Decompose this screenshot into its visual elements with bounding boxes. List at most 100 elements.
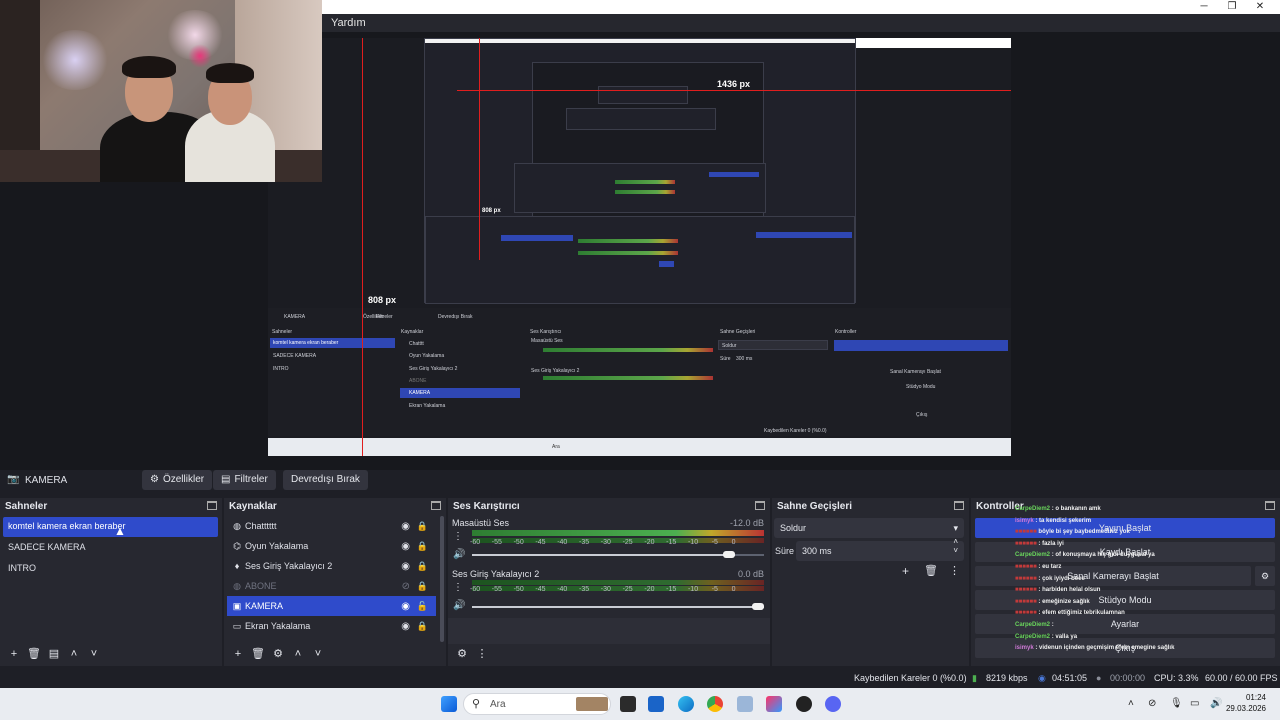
more-icon[interactable]: ⋮ <box>472 647 492 660</box>
volume-icon[interactable]: 🔊 <box>1210 698 1222 709</box>
more-icon[interactable]: ⋮ <box>453 531 463 542</box>
eye-icon[interactable]: ◉ <box>401 616 410 637</box>
lock-icon[interactable]: 🔓 <box>417 596 428 617</box>
sources-footer: + 🗑 ⚙ ˄ ˅ <box>228 647 328 663</box>
webcam-feed[interactable] <box>0 0 322 182</box>
eye-icon[interactable]: ◉ <box>401 596 410 617</box>
record-icon: ● <box>1096 673 1102 683</box>
channel-name: Ses Giriş Yakalayıcı 2 <box>452 569 540 579</box>
duration-input[interactable]: 300 ms ˄ ˅ <box>796 537 964 561</box>
eye-icon[interactable]: ◉ <box>401 516 410 537</box>
maximize-icon[interactable]: ❐ <box>1218 0 1246 14</box>
close-icon[interactable]: ✕ <box>1246 0 1274 14</box>
more-icon[interactable]: ⋮ <box>949 564 960 577</box>
chevron-up-icon[interactable]: ˄ <box>1128 698 1134 709</box>
undock-icon[interactable] <box>431 501 441 510</box>
volume-slider-handle[interactable] <box>752 603 764 610</box>
lock-icon[interactable]: 🔒 <box>417 576 428 597</box>
lock-icon[interactable]: 🔒 <box>417 556 428 577</box>
scene-item[interactable]: SADECE KAMERA <box>3 538 218 558</box>
chat-message: isimyk : ta kendisi şekerim <box>1015 517 1092 524</box>
network-off-icon[interactable]: ⊘ <box>1148 698 1156 709</box>
nested-taskbar: Ara <box>268 438 1011 456</box>
spinner-icon[interactable]: ˄ ˅ <box>953 537 958 555</box>
record-time: 00:00:00 <box>1110 673 1146 683</box>
copilot-icon[interactable] <box>766 696 782 712</box>
microphone-icon[interactable]: 🎙 <box>1170 698 1183 709</box>
stream-time: 04:51:05 <box>1052 673 1088 683</box>
filter-icon: ▤ <box>221 474 231 485</box>
transitions-title: Sahne Geçişleri <box>777 501 853 512</box>
outlook-icon[interactable] <box>648 696 664 712</box>
lock-icon[interactable]: 🔒 <box>417 516 428 537</box>
display-icon[interactable]: ▭ <box>1190 698 1199 709</box>
deactivate-button[interactable]: Devredışı Bırak <box>283 470 368 490</box>
add-icon[interactable]: + <box>902 564 909 578</box>
chevron-down-icon[interactable]: ˅ <box>84 648 104 660</box>
trash-icon[interactable]: 🗑 <box>24 647 44 660</box>
add-icon[interactable]: + <box>4 648 24 660</box>
chevron-up-icon[interactable]: ˄ <box>64 648 84 660</box>
add-icon[interactable]: + <box>228 648 248 660</box>
globe-icon: ◍ <box>233 581 241 591</box>
source-item[interactable]: ◍ ABONE ⊘ 🔒 <box>227 576 436 596</box>
source-item[interactable]: ▭ Ekran Yakalama ◉ 🔒 <box>227 616 436 636</box>
eye-icon[interactable]: ◉ <box>401 556 410 577</box>
filter-icon[interactable]: ▤ <box>44 647 64 660</box>
scene-item[interactable]: INTRO <box>3 559 218 579</box>
properties-button[interactable]: ⚙ Özellikler <box>142 470 213 490</box>
chevron-down-icon[interactable]: ˅ <box>308 648 328 660</box>
clock-time[interactable]: 01:24 <box>1246 693 1266 702</box>
source-item[interactable]: ▣ KAMERA ◉ 🔓 <box>227 596 436 616</box>
lock-icon[interactable]: 🔒 <box>417 616 428 637</box>
start-icon[interactable] <box>441 696 457 712</box>
meter-scale: -60 -55 -50 -45 -40 -35 -30 -25 -20 -15 … <box>470 539 736 546</box>
red-guide-horizontal <box>457 90 1011 91</box>
speaker-icon[interactable]: 🔊 <box>453 549 465 560</box>
discord-icon[interactable] <box>825 696 841 712</box>
obs-window: ─ ❐ ✕ Yardım KAMERA Özellikler Filtreler… <box>0 0 1280 720</box>
source-item[interactable]: ⌬ Oyun Yakalama ◉ 🔒 <box>227 536 436 556</box>
trash-icon[interactable]: 🗑 <box>248 647 268 660</box>
search-highlight-icon <box>576 697 608 711</box>
screen-capture-source[interactable]: KAMERA Özellikler Filtreler Devredışı Bı… <box>268 38 1011 456</box>
undock-icon[interactable] <box>207 501 217 510</box>
undock-icon[interactable] <box>954 501 964 510</box>
undock-icon[interactable] <box>1265 501 1275 510</box>
gear-icon[interactable]: ⚙ <box>268 647 288 660</box>
duration-label: Süre <box>775 546 795 556</box>
nested-capture-5 <box>514 163 766 213</box>
settings-app-icon[interactable] <box>737 696 753 712</box>
bitrate: 8219 kbps <box>986 673 1028 683</box>
source-item[interactable]: ◍ Chatttttt ◉ 🔒 <box>227 516 436 536</box>
gear-icon[interactable]: ⚙ <box>452 647 472 660</box>
chevron-up-icon[interactable]: ˄ <box>288 648 308 660</box>
volume-slider-handle[interactable] <box>723 551 735 558</box>
transition-select[interactable]: Soldur ▾ <box>774 518 964 538</box>
eye-hidden-icon[interactable]: ⊘ <box>402 576 410 597</box>
gear-icon[interactable]: ⚙ <box>1255 566 1275 586</box>
obs-icon[interactable] <box>796 696 812 712</box>
speaker-icon[interactable]: 🔊 <box>453 600 465 611</box>
transitions-dock: Sahne Geçişleri Soldur ▾ Süre 300 ms ˄ ˅ + … <box>772 498 969 666</box>
stream-icon: ◉ <box>1038 673 1046 683</box>
edge-icon[interactable] <box>678 696 694 712</box>
minimize-icon[interactable]: ─ <box>1190 0 1218 14</box>
undock-icon[interactable] <box>755 501 765 510</box>
lock-icon[interactable]: 🔒 <box>417 536 428 557</box>
trash-icon[interactable]: 🗑 <box>924 564 938 577</box>
chat-message: ■■■■■■ böyle bi şey baybedmediniz yok <box>1015 529 1130 536</box>
eye-icon[interactable]: ◉ <box>401 536 410 557</box>
task-view-icon[interactable] <box>620 696 636 712</box>
chrome-icon[interactable] <box>707 696 723 712</box>
scrollbar[interactable] <box>440 516 444 642</box>
filters-button[interactable]: ▤ Filtreler <box>213 470 276 490</box>
taskbar-search[interactable]: ⚲ Ara <box>463 693 611 715</box>
source-item[interactable]: ♦ Ses Giriş Yakalayıcı 2 ◉ 🔒 <box>227 556 436 576</box>
more-icon[interactable]: ⋮ <box>453 582 463 593</box>
mixer-title: Ses Karıştırıcı <box>453 501 520 512</box>
menu-help[interactable]: Yardım <box>331 17 366 29</box>
scene-item[interactable]: komtel kamera ekran beraber <box>3 517 218 537</box>
clock-date[interactable]: 29.03.2026 <box>1226 704 1266 713</box>
chat-message: CarpeDiem2 : valla ya <box>1015 633 1078 640</box>
